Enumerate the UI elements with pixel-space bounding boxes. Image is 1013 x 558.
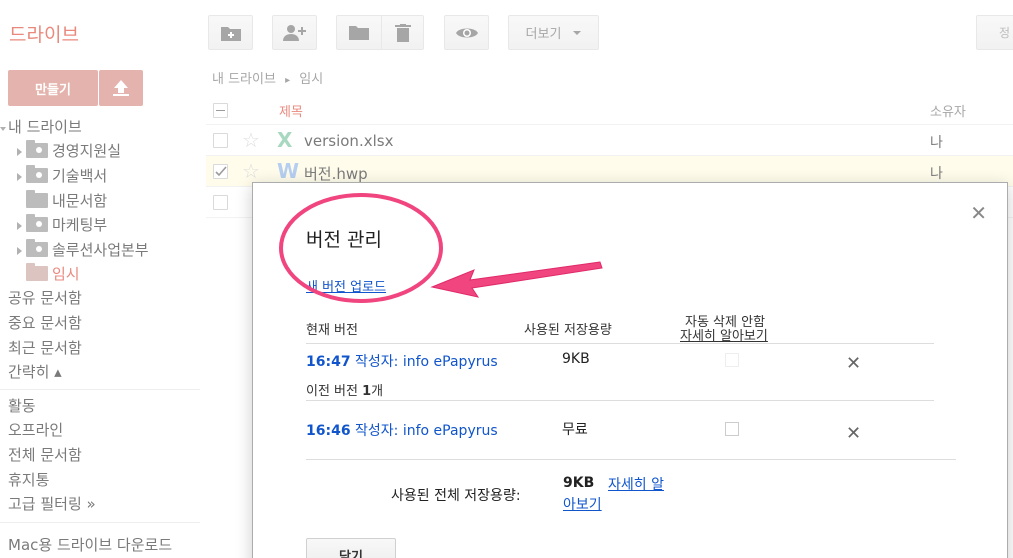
delete-version-icon[interactable]: ✕ [846,353,861,374]
close-button[interactable]: 닫기 [306,538,396,558]
version-time: 16:47 [306,354,351,370]
divider [306,400,934,401]
author-name: info ePapyrus [402,354,498,370]
version-entry[interactable]: 16:47 작성자: info ePapyrus [306,351,498,371]
dialog-title: 버전 관리 [306,229,382,251]
total-storage-label: 사용된 전체 저장용량: [391,488,521,504]
divider [306,343,934,344]
keep-forever-checkbox [725,353,739,367]
column-storage-used: 사용된 저장용량 [524,323,612,338]
version-entry[interactable]: 16:46 작성자: info ePapyrus [306,420,498,440]
version-time: 16:46 [306,423,351,439]
delete-version-icon[interactable]: ✕ [846,423,861,444]
author-name: info ePapyrus [402,423,498,439]
manage-versions-dialog: ✕ 버전 관리 새 버전 업로드 현재 버전 사용된 저장용량 자동 삭제 안함… [252,182,1008,558]
learn-more-link[interactable]: 자세히 알아보기 [680,325,768,344]
column-current-version: 현재 버전 [306,323,358,338]
previous-versions-label: 이전 버전 1개 [306,384,384,399]
upload-new-version-link[interactable]: 새 버전 업로드 [306,276,386,295]
author-prefix: 작성자: [355,354,399,370]
total-learn-more-link[interactable]: 자세히 알아보기 [563,475,673,515]
author-prefix: 작성자: [355,423,399,439]
version-size: 무료 [562,422,588,438]
divider [306,459,956,460]
version-size: 9KB [562,351,590,367]
keep-forever-checkbox[interactable] [725,422,739,436]
close-icon[interactable]: ✕ [970,201,987,225]
